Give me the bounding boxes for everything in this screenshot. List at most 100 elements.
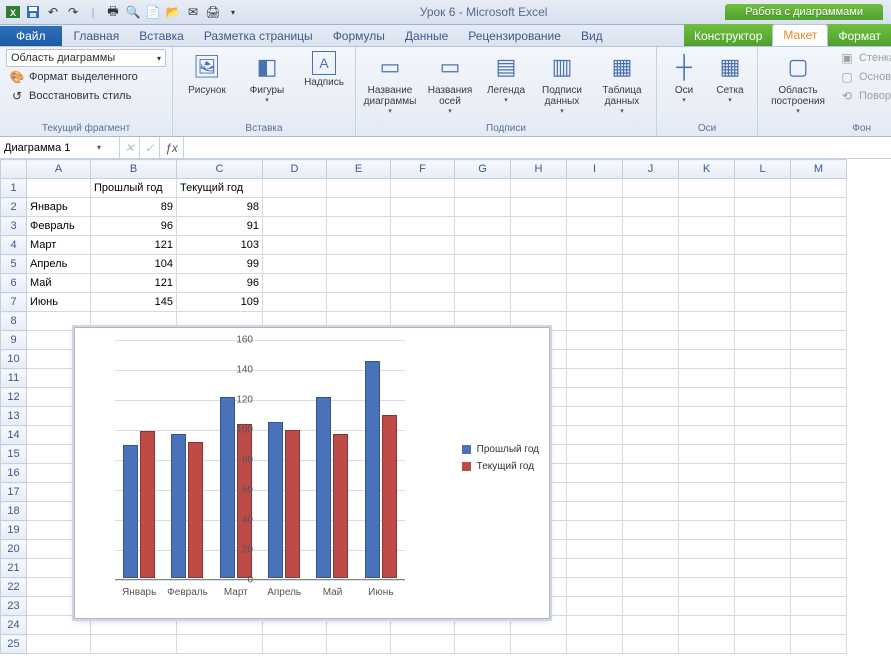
cell[interactable] [791,198,847,217]
row-header[interactable]: 12 [1,388,27,407]
cell[interactable] [567,331,623,350]
cell[interactable] [391,293,455,312]
cell[interactable] [623,559,679,578]
cell[interactable] [735,616,791,635]
redo-icon[interactable]: ↷ [64,3,82,21]
column-header[interactable]: J [623,160,679,179]
column-header[interactable]: G [455,160,511,179]
tab-home[interactable]: Главная [64,26,130,46]
name-box-dropdown-icon[interactable]: ▾ [94,143,104,152]
legend-button[interactable]: ▤ Легенда ▾ [482,49,530,106]
cell[interactable] [735,445,791,464]
column-header[interactable]: L [735,160,791,179]
cell[interactable] [791,388,847,407]
cell[interactable] [263,217,327,236]
row-header[interactable]: 6 [1,274,27,293]
cell[interactable] [567,635,623,654]
chart-bar[interactable] [316,397,331,579]
cell[interactable]: Май [27,274,91,293]
cell[interactable] [27,635,91,654]
insert-textbox-button[interactable]: A Надпись [299,49,349,90]
cell[interactable] [567,407,623,426]
cell[interactable] [679,464,735,483]
cell[interactable] [791,502,847,521]
plot-area-button[interactable]: ▢ Область построения ▾ [764,49,832,117]
column-header[interactable]: E [327,160,391,179]
row-header[interactable]: 2 [1,198,27,217]
cell[interactable] [791,179,847,198]
cell[interactable] [791,274,847,293]
cell[interactable] [511,635,567,654]
cell[interactable] [791,369,847,388]
cell[interactable] [679,274,735,293]
row-header[interactable]: 5 [1,255,27,274]
cell[interactable] [391,635,455,654]
cell[interactable] [679,407,735,426]
row-header[interactable]: 22 [1,578,27,597]
cell[interactable] [679,426,735,445]
cell[interactable] [623,521,679,540]
cell[interactable]: 103 [177,236,263,255]
cell[interactable] [679,597,735,616]
tab-review[interactable]: Рецензирование [458,26,571,46]
cell[interactable] [567,502,623,521]
cell[interactable] [735,293,791,312]
cell[interactable] [511,217,567,236]
cell[interactable] [623,198,679,217]
cell[interactable] [735,426,791,445]
cell[interactable] [263,274,327,293]
chart-object[interactable]: Прошлый год Текущий год 0204060801001201… [74,327,550,619]
chart-bar[interactable] [365,361,380,579]
cell[interactable] [735,597,791,616]
cell[interactable] [455,198,511,217]
cell[interactable]: Текущий год [177,179,263,198]
cell[interactable]: 89 [91,198,177,217]
cell[interactable] [735,407,791,426]
cell[interactable] [791,559,847,578]
row-header[interactable]: 25 [1,635,27,654]
cell[interactable] [567,179,623,198]
cell[interactable] [455,293,511,312]
cell[interactable] [679,369,735,388]
tab-data[interactable]: Данные [395,26,458,46]
cell[interactable] [623,483,679,502]
cell[interactable] [791,293,847,312]
cell[interactable]: Январь [27,198,91,217]
tab-formulas[interactable]: Формулы [323,26,395,46]
cell[interactable] [567,236,623,255]
cell[interactable] [27,179,91,198]
cell[interactable] [263,255,327,274]
cell[interactable] [327,255,391,274]
axes-button[interactable]: ┼ Оси ▾ [663,49,705,106]
cell[interactable]: Прошлый год [91,179,177,198]
row-header[interactable]: 8 [1,312,27,331]
cell[interactable] [91,635,177,654]
column-header[interactable]: C [177,160,263,179]
cell[interactable] [679,388,735,407]
cell[interactable] [735,635,791,654]
cell[interactable] [623,540,679,559]
format-selection-button[interactable]: 🎨 Формат выделенного [6,68,166,86]
cell[interactable]: 145 [91,293,177,312]
preview-icon[interactable]: 🔍 [124,3,142,21]
data-labels-button[interactable]: ▥ Подписи данных ▾ [534,49,590,117]
cell[interactable] [327,236,391,255]
cell[interactable] [623,312,679,331]
cell[interactable] [679,616,735,635]
row-header[interactable]: 21 [1,559,27,578]
cell[interactable]: Апрель [27,255,91,274]
cell[interactable] [327,179,391,198]
row-header[interactable]: 17 [1,483,27,502]
tab-view[interactable]: Вид [571,26,613,46]
chart-bar[interactable] [333,434,348,578]
tab-insert[interactable]: Вставка [129,26,194,46]
cell[interactable] [735,198,791,217]
cell[interactable]: 96 [91,217,177,236]
cell[interactable] [791,597,847,616]
cell[interactable]: Февраль [27,217,91,236]
cell[interactable] [455,274,511,293]
cell[interactable]: 104 [91,255,177,274]
cell[interactable]: 121 [91,236,177,255]
chart-bar[interactable] [171,434,186,578]
cell[interactable] [511,198,567,217]
